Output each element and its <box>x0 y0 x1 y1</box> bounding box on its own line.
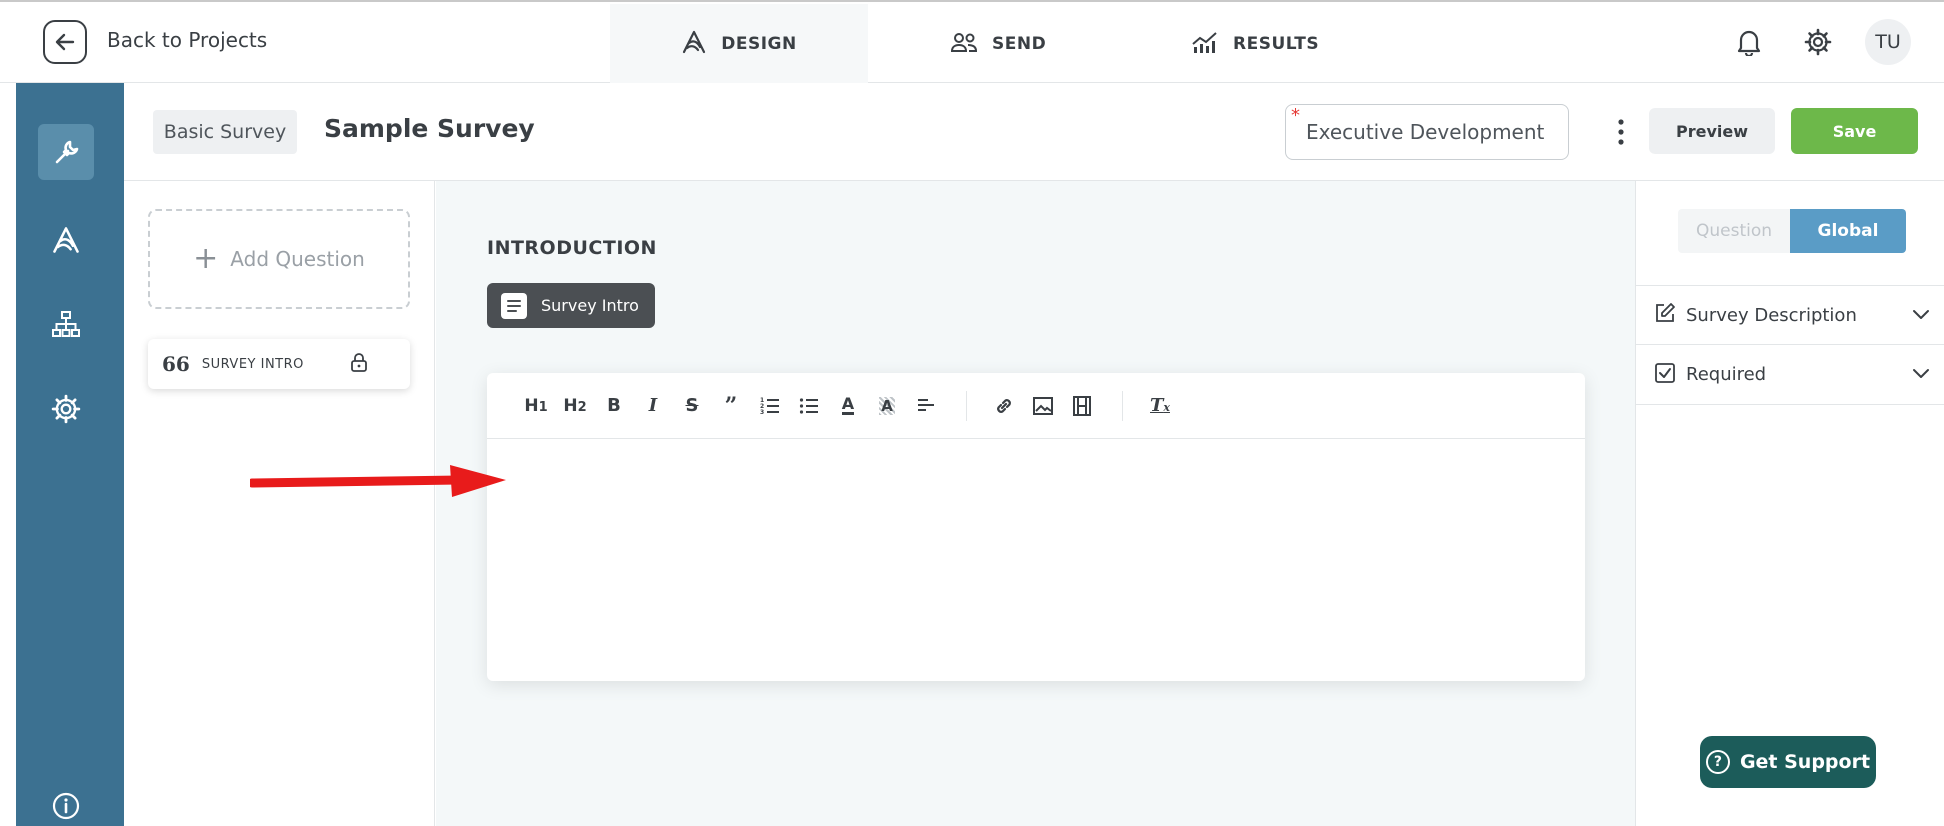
required-star: * <box>1291 105 1300 126</box>
users-icon <box>950 31 978 58</box>
list-item[interactable]: 66 SURVEY INTRO <box>148 339 410 389</box>
text-color-button[interactable]: A <box>833 391 863 421</box>
avatar[interactable]: TU <box>1865 19 1911 65</box>
back-arrow-icon[interactable] <box>43 20 87 64</box>
tab-question[interactable]: Question <box>1678 209 1790 253</box>
survey-intro-chip[interactable]: Survey Intro <box>487 283 655 328</box>
tab-results-label: RESULTS <box>1233 34 1320 54</box>
video-icon[interactable] <box>1067 391 1097 421</box>
get-support-label: Get Support <box>1739 751 1871 773</box>
red-arrow-annotation <box>250 465 506 497</box>
text-background-button[interactable]: A <box>872 391 902 421</box>
hierarchy-icon[interactable] <box>38 296 94 352</box>
info-icon[interactable] <box>38 778 94 826</box>
settings-gear-icon[interactable] <box>38 381 94 437</box>
rich-text-editor[interactable]: H1 H2 B I S ” 123 A A Tx <box>487 373 1585 681</box>
survey-name-field[interactable] <box>1285 104 1569 160</box>
save-button[interactable]: Save <box>1791 108 1918 154</box>
question-label: SURVEY INTRO <box>201 356 304 372</box>
image-icon[interactable] <box>1028 391 1058 421</box>
blockquote-button[interactable]: ” <box>716 391 746 421</box>
tab-design-label: DESIGN <box>721 34 797 54</box>
gear-icon[interactable] <box>1798 22 1838 62</box>
chevron-down-icon <box>1911 363 1931 387</box>
design-canvas: INTRODUCTION Survey Intro H1 H2 B I S ” … <box>436 181 1635 826</box>
survey-description-label: Survey Description <box>1686 304 1857 326</box>
tab-send[interactable]: SEND <box>950 4 1046 84</box>
clear-format-button[interactable]: Tx <box>1145 391 1175 421</box>
question-list-panel: + Add Question 66 SURVEY INTRO <box>124 181 435 826</box>
strikethrough-button[interactable]: S <box>677 391 707 421</box>
wrench-icon[interactable] <box>38 124 94 180</box>
design-logo-icon[interactable] <box>38 212 94 268</box>
required-row[interactable]: Required <box>1636 345 1944 405</box>
document-icon <box>501 292 527 319</box>
help-icon: ? <box>1705 750 1730 774</box>
kebab-menu-icon[interactable] <box>1606 110 1636 154</box>
heading2-button[interactable]: H2 <box>560 391 590 421</box>
chevron-down-icon <box>1911 304 1931 328</box>
editor-toolbar: H1 H2 B I S ” 123 A A Tx <box>487 373 1585 439</box>
settings-panel: Question Global Survey Description Requi… <box>1635 181 1944 826</box>
survey-header: Basic Survey Sample Survey * Preview Sav… <box>124 83 1944 181</box>
tab-global[interactable]: Global <box>1790 209 1906 253</box>
top-bar: Back to Projects DESIGN SEND RESULTS TU <box>0 0 1944 84</box>
edit-icon <box>1654 302 1676 328</box>
tab-design[interactable]: DESIGN <box>610 4 868 84</box>
align-left-icon[interactable] <box>911 391 941 421</box>
link-icon[interactable] <box>989 391 1019 421</box>
back-to-projects-link[interactable]: Back to Projects <box>107 28 267 52</box>
quote-icon: 66 <box>162 352 190 376</box>
add-question-button[interactable]: + Add Question <box>148 209 410 309</box>
left-rail <box>16 83 124 826</box>
svg-text:3: 3 <box>760 409 764 415</box>
get-support-button[interactable]: ? Get Support <box>1700 736 1876 788</box>
heading1-button[interactable]: H1 <box>521 391 551 421</box>
page-title: Sample Survey <box>324 114 535 143</box>
tab-send-label: SEND <box>992 34 1047 54</box>
toolbar-divider <box>966 390 967 421</box>
lock-icon <box>350 353 368 377</box>
survey-type-chip: Basic Survey <box>153 110 297 154</box>
checkbox-icon <box>1654 362 1676 388</box>
toolbar-divider <box>1122 390 1123 421</box>
tab-results[interactable]: RESULTS <box>1191 4 1319 84</box>
bullet-list-icon[interactable] <box>794 391 824 421</box>
plus-icon: + <box>193 241 219 276</box>
survey-intro-chip-label: Survey Intro <box>541 296 639 315</box>
editor-content-area[interactable] <box>487 439 1585 679</box>
survey-description-row[interactable]: Survey Description <box>1636 285 1944 345</box>
chart-icon <box>1191 30 1219 59</box>
bold-button[interactable]: B <box>599 391 629 421</box>
preview-button[interactable]: Preview <box>1649 108 1775 154</box>
design-logo-icon <box>681 29 707 60</box>
panel-tabs: Question Global <box>1678 209 1906 253</box>
ordered-list-icon[interactable]: 123 <box>755 391 785 421</box>
bell-icon[interactable] <box>1729 22 1769 62</box>
section-heading: INTRODUCTION <box>487 237 657 259</box>
required-label: Required <box>1686 364 1767 385</box>
add-question-label: Add Question <box>230 247 365 271</box>
italic-button[interactable]: I <box>638 391 668 421</box>
